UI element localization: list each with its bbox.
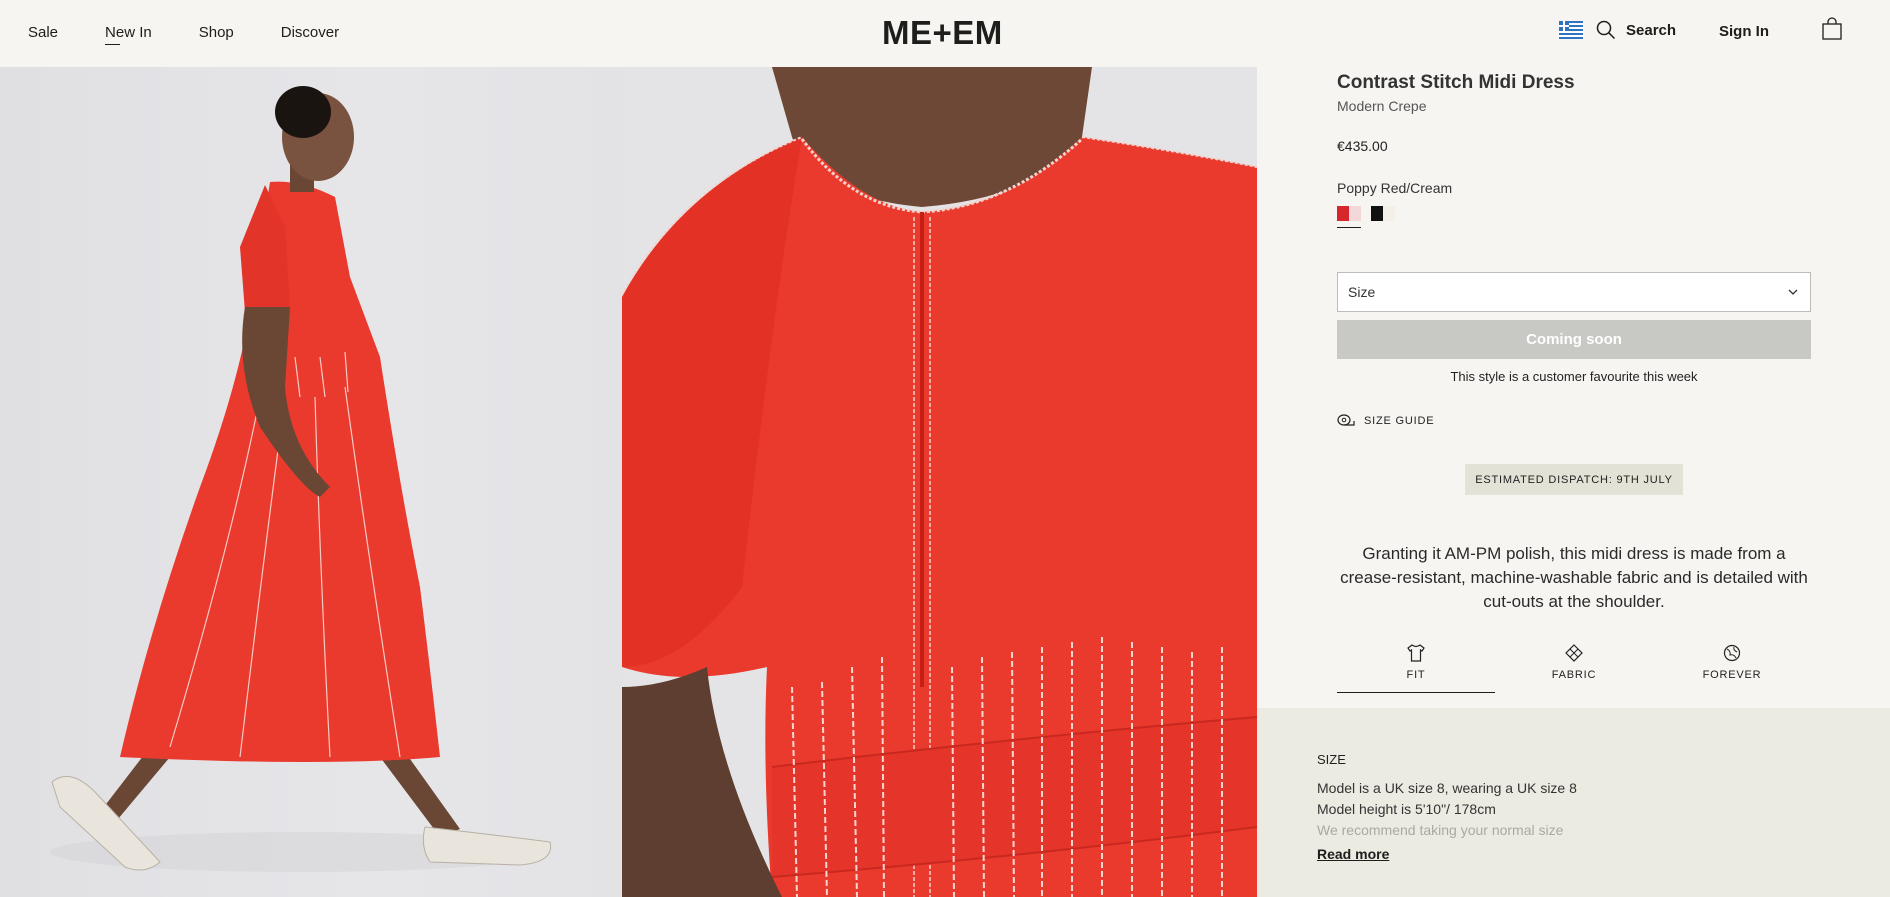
swatch-colour-secondary bbox=[1349, 206, 1361, 221]
fabric-icon bbox=[1565, 644, 1583, 662]
sign-in-link[interactable]: Sign In bbox=[1719, 23, 1769, 40]
main-nav: Sale New In Shop Discover bbox=[28, 0, 339, 64]
size-select[interactable]: Size bbox=[1337, 272, 1811, 312]
size-select-label: Size bbox=[1348, 284, 1376, 300]
fit-heading: SIZE bbox=[1317, 752, 1346, 767]
product-title: Contrast Stitch Midi Dress bbox=[1337, 72, 1575, 93]
neckline-closeup-illustration bbox=[622, 67, 1257, 897]
swatch-poppy-red-cream[interactable] bbox=[1337, 206, 1361, 228]
size-guide-label: SIZE GUIDE bbox=[1364, 415, 1435, 427]
favourite-note: This style is a customer favourite this … bbox=[1450, 369, 1698, 384]
product-fabric: Modern Crepe bbox=[1337, 98, 1427, 114]
tab-fabric-label: FABRIC bbox=[1551, 669, 1597, 681]
product-image-detail[interactable] bbox=[622, 67, 1257, 897]
fit-details-panel: SIZE Model is a UK size 8, wearing a UK … bbox=[1257, 708, 1890, 897]
tshirt-icon bbox=[1407, 644, 1425, 662]
tab-forever[interactable]: FOREVER bbox=[1653, 642, 1811, 693]
nav-new-in[interactable]: New In bbox=[105, 24, 152, 45]
colour-swatches bbox=[1337, 206, 1395, 228]
fit-model-height: Model height is 5'10"/ 178cm bbox=[1317, 801, 1496, 817]
info-tabs: FIT FABRIC FOREVER bbox=[1337, 642, 1811, 693]
search-button[interactable]: Search bbox=[1596, 20, 1676, 40]
greece-flag-icon[interactable] bbox=[1559, 21, 1583, 39]
tab-forever-label: FOREVER bbox=[1702, 669, 1762, 681]
swatch-colour-secondary bbox=[1383, 206, 1395, 221]
fit-recommendation: We recommend taking your normal size bbox=[1317, 822, 1564, 838]
product-description: Granting it AM-PM polish, this midi dres… bbox=[1340, 544, 1808, 611]
swatch-colour-primary bbox=[1337, 206, 1349, 221]
tape-measure-icon bbox=[1337, 414, 1355, 426]
model-illustration bbox=[50, 86, 552, 872]
product-image-full-length[interactable] bbox=[0, 67, 622, 897]
coming-soon-button[interactable]: Coming soon bbox=[1337, 320, 1811, 359]
dispatch-badge: ESTIMATED DISPATCH: 9TH JULY bbox=[1465, 464, 1683, 495]
search-icon bbox=[1596, 20, 1616, 40]
globe-icon bbox=[1723, 644, 1741, 662]
swatch-colour-primary bbox=[1371, 206, 1383, 221]
fit-model-size: Model is a UK size 8, wearing a UK size … bbox=[1317, 780, 1577, 796]
product-price: €435.00 bbox=[1337, 138, 1388, 154]
brand-logo[interactable]: ME+EM bbox=[882, 14, 1003, 52]
colour-name: Poppy Red/Cream bbox=[1337, 180, 1453, 196]
chevron-down-icon bbox=[1788, 289, 1798, 295]
site-header: Sale New In Shop Discover ME+EM Search S… bbox=[0, 0, 1890, 67]
nav-shop[interactable]: Shop bbox=[199, 24, 234, 41]
shopping-bag-icon[interactable] bbox=[1822, 17, 1842, 41]
nav-sale[interactable]: Sale bbox=[28, 24, 58, 41]
size-guide-link[interactable]: SIZE GUIDE bbox=[1337, 414, 1434, 428]
nav-discover[interactable]: Discover bbox=[281, 24, 339, 41]
tab-fit-label: FIT bbox=[1406, 669, 1426, 681]
tab-fabric[interactable]: FABRIC bbox=[1495, 642, 1653, 693]
search-label: Search bbox=[1626, 21, 1677, 39]
swatch-black-cream[interactable] bbox=[1371, 206, 1395, 224]
tab-fit[interactable]: FIT bbox=[1337, 642, 1495, 693]
product-info-panel: Contrast Stitch Midi Dress Modern Crepe … bbox=[1257, 67, 1890, 897]
read-more-link[interactable]: Read more bbox=[1317, 846, 1389, 862]
